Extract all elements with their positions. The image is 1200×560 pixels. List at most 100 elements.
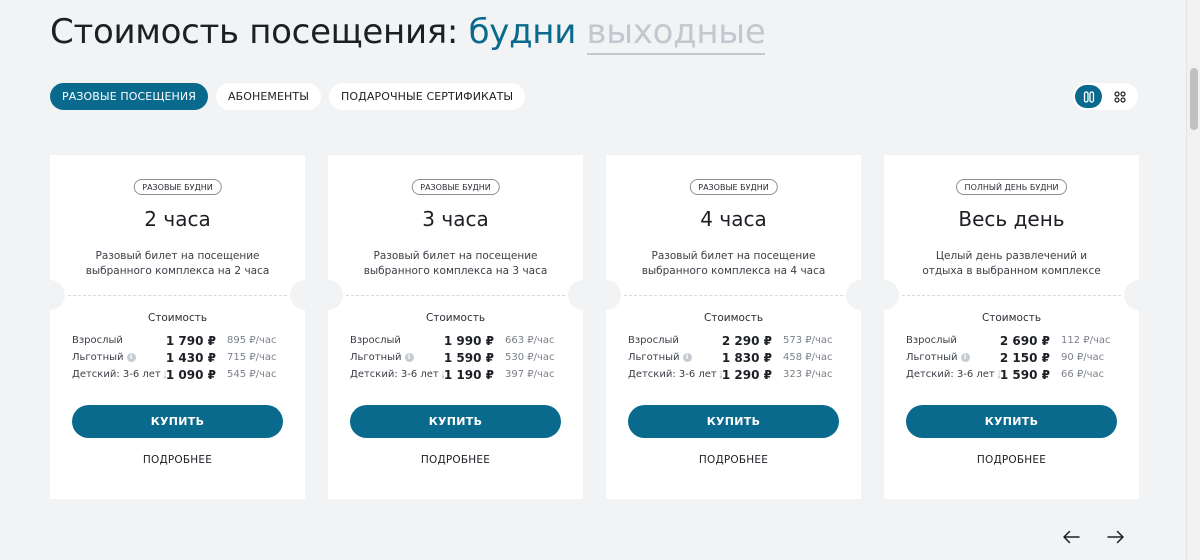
price-amount: 1 190 ₽ (443, 367, 494, 382)
cost-label: Стоимость (425, 312, 486, 324)
price-per-hour: 458 ₽/час (783, 352, 833, 363)
price-list: Взрослый 1 990 ₽ 663 ₽/час Льготный i 1 5… (350, 332, 561, 383)
ticket-card: РАЗОВЫЕ БУДНИ 3 часа Разовый билет на по… (328, 155, 583, 499)
price-row: Льготный i 1 430 ₽ 715 ₽/час (72, 349, 283, 366)
ticket-title: 3 часа (422, 207, 489, 231)
buy-button[interactable]: КУПИТЬ (72, 405, 283, 438)
price-category: Детский: 3-6 лет i (906, 369, 1001, 380)
ticket-badge: ПОЛНЫЙ ДЕНЬ БУДНИ (955, 179, 1068, 195)
scrollbar-thumb[interactable] (1190, 68, 1198, 130)
card-notch (568, 280, 583, 310)
more-details-link[interactable]: ПОДРОБНЕЕ (884, 454, 1139, 466)
price-category-label: Детский: 3-6 лет (350, 369, 439, 380)
price-row: Детский: 3-6 лет i 1 590 ₽ 66 ₽/час (906, 366, 1117, 383)
ticket-badge: РАЗОВЫЕ БУДНИ (133, 179, 222, 195)
grid-view-icon (1113, 90, 1126, 103)
ticket-title: 4 часа (700, 207, 767, 231)
buy-button[interactable]: КУПИТЬ (628, 405, 839, 438)
tab-subscriptions[interactable]: АБОНЕМЕНТЫ (215, 83, 322, 110)
ticket-title: 2 часа (144, 207, 211, 231)
card-notch (50, 280, 65, 310)
price-amount: 1 590 ₽ (443, 350, 494, 365)
price-amount: 1 790 ₽ (165, 333, 216, 348)
info-icon[interactable]: i (960, 353, 970, 362)
price-per-hour: 397 ₽/час (505, 369, 555, 380)
price-row: Детский: 3-6 лет i 1 190 ₽ 397 ₽/час (350, 366, 561, 383)
price-category-label: Детский: 3-6 лет (628, 369, 717, 380)
price-category-label: Льготный (350, 352, 402, 363)
tab-single-visits[interactable]: РАЗОВЫЕ ПОСЕЩЕНИЯ (50, 83, 208, 110)
more-details-link[interactable]: ПОДРОБНЕЕ (606, 454, 861, 466)
card-notch (290, 280, 305, 310)
page-scrollbar[interactable] (1186, 0, 1200, 560)
page-title: Стоимость посещения: будни выходные (50, 12, 766, 55)
price-row: Детский: 3-6 лет i 1 090 ₽ 545 ₽/час (72, 366, 283, 383)
cost-label: Стоимость (147, 312, 208, 324)
cost-label: Стоимость (703, 312, 764, 324)
price-per-hour: 66 ₽/час (1061, 369, 1105, 380)
price-category-label: Льготный (906, 352, 958, 363)
price-amount: 2 150 ₽ (999, 350, 1050, 365)
price-category: Льготный i (628, 352, 716, 363)
price-category-label: Взрослый (628, 335, 679, 346)
ticket-card: РАЗОВЫЕ БУДНИ 4 часа Разовый билет на по… (606, 155, 861, 499)
price-category-label: Взрослый (350, 335, 401, 346)
price-category-label: Льготный (628, 352, 680, 363)
price-category: Детский: 3-6 лет i (628, 369, 723, 380)
ticket-description: Разовый билет на посещение выбранного ко… (85, 250, 270, 277)
card-divider (346, 295, 565, 296)
price-per-hour: 112 ₽/час (1061, 335, 1111, 346)
info-icon[interactable]: i (126, 353, 136, 362)
prev-slide-button[interactable] (1060, 528, 1082, 546)
price-row: Взрослый 2 690 ₽ 112 ₽/час (906, 332, 1117, 349)
price-per-hour: 715 ₽/час (227, 352, 277, 363)
weekdays-toggle[interactable]: будни (469, 12, 577, 52)
price-row: Льготный i 1 590 ₽ 530 ₽/час (350, 349, 561, 366)
arrow-left-icon (1063, 530, 1080, 544)
price-category: Взрослый (628, 335, 716, 346)
price-amount: 1 830 ₽ (721, 350, 772, 365)
price-amount: 1 290 ₽ (721, 367, 772, 382)
price-amount: 1 590 ₽ (999, 367, 1050, 382)
price-amount: 2 290 ₽ (721, 333, 772, 348)
title-prefix: Стоимость посещения: (50, 12, 459, 52)
card-notch (328, 280, 343, 310)
info-icon[interactable]: i (682, 353, 692, 362)
price-amount: 1 990 ₽ (443, 333, 494, 348)
price-category: Детский: 3-6 лет i (350, 369, 445, 380)
price-category: Льготный i (906, 352, 994, 363)
buy-button[interactable]: КУПИТЬ (906, 405, 1117, 438)
tab-gift-certificates[interactable]: ПОДАРОЧНЫЕ СЕРТИФИКАТЫ (329, 83, 526, 110)
weekends-toggle[interactable]: выходные (586, 12, 766, 55)
more-details-link[interactable]: ПОДРОБНЕЕ (50, 454, 305, 466)
cost-label: Стоимость (981, 312, 1042, 324)
buy-button[interactable]: КУПИТЬ (350, 405, 561, 438)
columns-view-icon (1083, 90, 1094, 103)
price-per-hour: 663 ₽/час (505, 335, 555, 346)
grid-view-button[interactable] (1106, 85, 1133, 108)
price-category: Детский: 3-6 лет i (72, 369, 167, 380)
ticket-type-tabs: РАЗОВЫЕ ПОСЕЩЕНИЯ АБОНЕМЕНТЫ ПОДАРОЧНЫЕ … (50, 83, 526, 110)
price-row: Взрослый 1 790 ₽ 895 ₽/час (72, 332, 283, 349)
page: Стоимость посещения: будни выходные РАЗО… (0, 0, 1200, 560)
price-row: Детский: 3-6 лет i 1 290 ₽ 323 ₽/час (628, 366, 839, 383)
ticket-description: Разовый билет на посещение выбранного ко… (363, 250, 548, 277)
next-slide-button[interactable] (1105, 528, 1127, 546)
ticket-card: ПОЛНЫЙ ДЕНЬ БУДНИ Весь день Целый день р… (884, 155, 1139, 499)
price-list: Взрослый 1 790 ₽ 895 ₽/час Льготный i 1 4… (72, 332, 283, 383)
price-category-label: Взрослый (906, 335, 957, 346)
card-notch (1124, 280, 1139, 310)
price-category: Взрослый (906, 335, 994, 346)
info-icon[interactable]: i (404, 353, 414, 362)
price-list: Взрослый 2 290 ₽ 573 ₽/час Льготный i 1 8… (628, 332, 839, 383)
price-category-label: Взрослый (72, 335, 123, 346)
ticket-card: РАЗОВЫЕ БУДНИ 2 часа Разовый билет на по… (50, 155, 305, 499)
price-category: Взрослый (72, 335, 160, 346)
price-amount: 1 090 ₽ (165, 367, 216, 382)
price-category: Взрослый (350, 335, 438, 346)
columns-view-button[interactable] (1075, 85, 1102, 108)
price-row: Взрослый 2 290 ₽ 573 ₽/час (628, 332, 839, 349)
card-divider (902, 295, 1121, 296)
more-details-link[interactable]: ПОДРОБНЕЕ (328, 454, 583, 466)
ticket-cards: РАЗОВЫЕ БУДНИ 2 часа Разовый билет на по… (50, 155, 1139, 499)
